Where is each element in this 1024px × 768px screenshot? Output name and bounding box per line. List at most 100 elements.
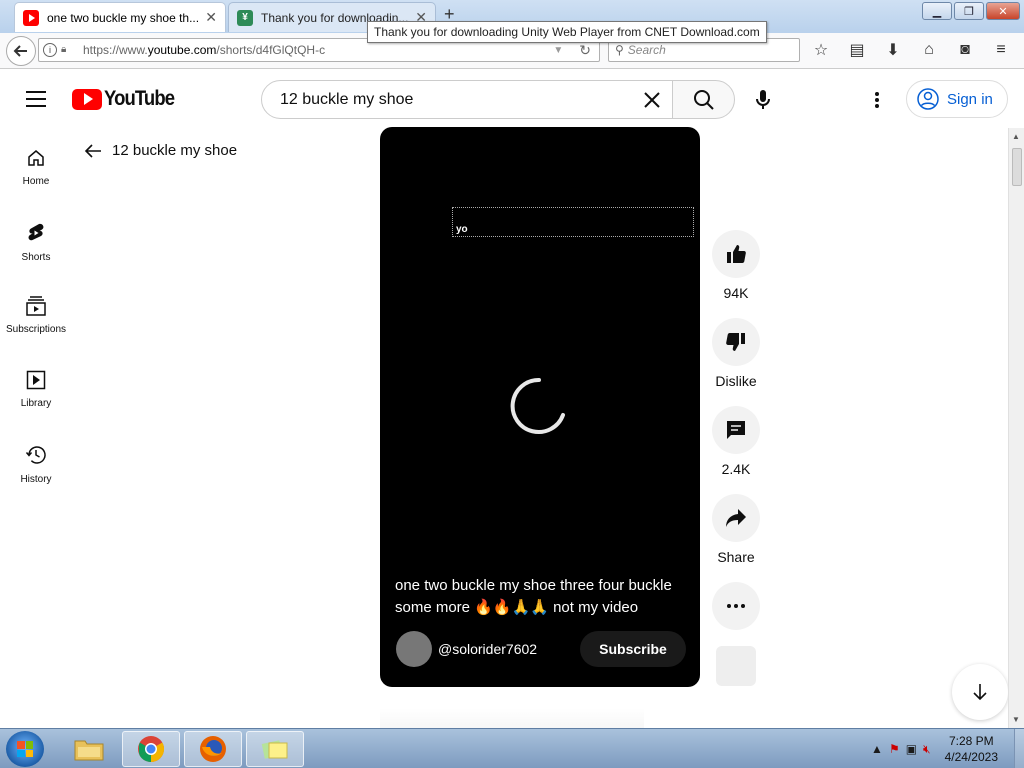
more-options-icon[interactable] <box>862 88 892 112</box>
share-icon <box>726 509 746 527</box>
scrollbar-thumb[interactable] <box>1012 148 1022 186</box>
share-button[interactable] <box>712 494 760 542</box>
sign-in-button[interactable]: Sign in <box>906 80 1008 118</box>
minimize-button[interactable]: ▁ <box>922 2 952 20</box>
taskbar-app[interactable] <box>246 731 304 767</box>
clock-time: 7:28 PM <box>948 734 994 748</box>
dislike-action: Dislike <box>710 318 762 389</box>
arrow-left-icon <box>84 143 101 158</box>
network-icon[interactable]: ▣ <box>906 742 917 757</box>
tray-icons: ▲ ⚑ ▣ 🔇︎ <box>871 742 931 757</box>
taskbar-clock[interactable]: 7:28 PM 4/24/2023 <box>945 733 998 765</box>
sound-thumbnail[interactable] <box>716 646 756 686</box>
folder-icon <box>74 740 104 761</box>
history-icon <box>25 446 46 464</box>
maximize-button[interactable]: ❐ <box>954 2 984 20</box>
subscribe-button[interactable]: Subscribe <box>580 631 686 667</box>
more-actions-button[interactable] <box>712 582 760 630</box>
sidebar-item-history[interactable]: History <box>0 434 72 504</box>
scroll-down-icon[interactable]: ▼ <box>1012 715 1020 724</box>
youtube-logo[interactable]: YouTube <box>72 87 184 111</box>
comment-icon <box>727 421 745 439</box>
menu-icon[interactable]: ≡ <box>990 39 1012 61</box>
shorts-video-player[interactable]: yo one two buckle my shoe three four buc… <box>380 127 700 687</box>
sidebar-item-label: History <box>20 474 52 485</box>
search-icon <box>693 89 714 110</box>
taskbar-firefox[interactable] <box>184 731 242 767</box>
downloads-icon[interactable]: ⬇ <box>882 39 904 61</box>
sidebar-item-subscriptions[interactable]: Subscriptions <box>0 286 72 356</box>
lock-icon[interactable]: 🔒︎ <box>61 44 73 56</box>
search-button[interactable] <box>672 80 735 119</box>
next-video-button[interactable] <box>952 664 1008 720</box>
voice-search-button[interactable] <box>743 80 782 119</box>
account-icon <box>917 88 939 110</box>
taskbar-explorer[interactable] <box>60 731 118 767</box>
tab-tooltip: Thank you for downloading Unity Web Play… <box>367 21 767 43</box>
caption-text: yo <box>456 224 468 235</box>
sidebar-item-label: Subscriptions <box>5 324 67 335</box>
url-dropdown-icon[interactable]: ▼ <box>553 45 563 56</box>
tab-label: one two buckle my shoe th... <box>47 10 200 25</box>
back-button[interactable] <box>6 36 36 66</box>
dislike-label: Dislike <box>715 373 757 389</box>
windows-logo-icon <box>17 741 33 757</box>
firefox-icon <box>200 736 226 762</box>
comments-button[interactable] <box>712 406 760 454</box>
caption-overlay: yo <box>452 207 694 237</box>
reading-list-icon[interactable]: ▤ <box>846 39 868 61</box>
video-title: one two buckle my shoe three four buckle… <box>395 577 672 616</box>
sidebar-item-library[interactable]: Library <box>0 360 72 430</box>
reload-icon[interactable]: ↻ <box>579 42 591 59</box>
sidebar-item-shorts[interactable]: Shorts <box>0 212 72 282</box>
tab-youtube[interactable]: one two buckle my shoe th... ✕ <box>14 2 226 32</box>
clear-search-icon[interactable] <box>632 81 672 119</box>
site-info-icon[interactable]: i <box>43 43 57 57</box>
share-label: Share <box>717 549 755 565</box>
home-browser-icon[interactable]: ⌂ <box>918 39 940 61</box>
show-hidden-icons[interactable]: ▲ <box>871 742 883 757</box>
channel-avatar[interactable] <box>396 631 432 667</box>
microphone-icon <box>755 89 770 109</box>
like-button[interactable] <box>712 230 760 278</box>
start-button[interactable] <box>6 731 44 767</box>
window-controls: ▁ ❐ ✕ <box>922 2 1020 20</box>
sidebar-item-home[interactable]: Home <box>0 138 72 208</box>
subscriptions-icon <box>26 296 46 316</box>
close-window-button[interactable]: ✕ <box>986 2 1020 20</box>
back-label: 12 buckle my shoe <box>112 142 238 159</box>
thumbs-up-icon <box>727 245 746 263</box>
chrome-icon <box>138 736 165 763</box>
back-to-search-link[interactable]: 12 buckle my shoe <box>84 142 237 159</box>
shorts-icon <box>28 223 44 241</box>
youtube-search-input[interactable]: 12 buckle my shoe <box>261 80 673 119</box>
bookmark-star-icon[interactable]: ☆ <box>810 39 832 61</box>
sidebar-item-label: Home <box>22 176 50 187</box>
url-text[interactable]: https://www.youtube.com/shorts/d4fGlQtQH… <box>83 43 553 57</box>
channel-row: @solorider7602 Subscribe <box>396 631 686 667</box>
youtube-header: YouTube 12 buckle my shoe Sign in <box>0 70 1024 128</box>
show-desktop-button[interactable] <box>1014 729 1024 768</box>
action-center-icon[interactable]: ⚑ <box>889 742 900 757</box>
youtube-play-icon <box>72 88 102 110</box>
page-scrollbar[interactable]: ▲ ▼ <box>1008 128 1024 728</box>
ellipsis-icon <box>727 604 745 608</box>
taskbar-chrome[interactable] <box>122 731 180 767</box>
search-query[interactable]: 12 buckle my shoe <box>280 91 632 109</box>
library-icon <box>26 370 46 390</box>
dislike-button[interactable] <box>712 318 760 366</box>
scroll-up-icon[interactable]: ▲ <box>1012 132 1020 141</box>
browser-toolbar-icons: ☆ ▤ ⬇ ⌂ ◙ ≡ <box>810 39 1012 61</box>
channel-name[interactable]: @solorider7602 <box>438 641 580 657</box>
hamburger-menu-icon[interactable] <box>26 91 46 107</box>
cnet-favicon-icon: ¥ <box>237 9 253 26</box>
url-prefix: https://www. <box>83 43 148 57</box>
url-domain: youtube.com <box>147 43 217 57</box>
search-engine-icon[interactable]: ⚲ <box>615 43 624 57</box>
pocket-icon[interactable]: ◙ <box>954 39 976 61</box>
comments-action: 2.4K <box>710 406 762 477</box>
thumbs-down-icon <box>726 333 745 351</box>
volume-muted-icon[interactable]: 🔇︎ <box>923 742 931 757</box>
more-action <box>710 582 762 630</box>
tab-close-icon[interactable]: ✕ <box>205 9 217 26</box>
